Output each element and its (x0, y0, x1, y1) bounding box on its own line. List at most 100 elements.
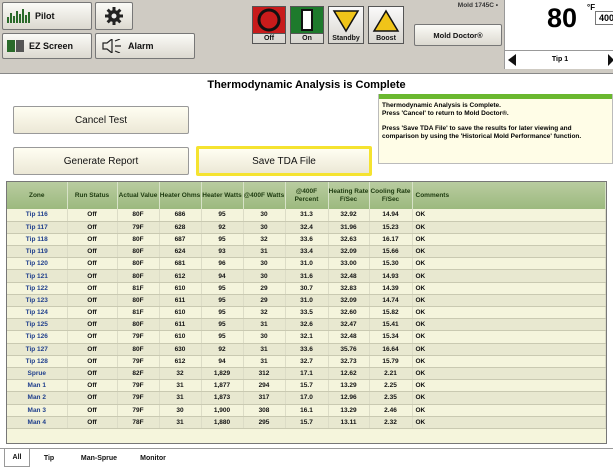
table-row[interactable]: Tip 127 Off 80F 630 92 31 33.6 35.76 16.64 OK (7, 343, 606, 356)
table-cell: 79F (117, 221, 160, 234)
table-row[interactable]: Tip 121 Off 80F 612 94 30 31.6 32.48 14.93 OK (7, 269, 606, 283)
message-progress-bar (379, 94, 612, 99)
table-cell: 80F (117, 343, 160, 356)
comment-cell: OK (412, 343, 606, 356)
zone-cell: Man 2 (7, 391, 68, 405)
table-cell: 32.4 (285, 221, 329, 234)
table-row[interactable]: Tip 125 Off 80F 611 95 31 32.6 32.47 15.41 OK (7, 318, 606, 332)
mold-doctor-button[interactable]: Mold Doctor® (414, 24, 502, 46)
table-cell: 30 (243, 330, 286, 344)
zone-cell: Man 3 (7, 404, 68, 417)
table-cell: 2.32 (369, 416, 413, 429)
column-header[interactable]: Comments (412, 182, 606, 209)
tab-man-sprue[interactable]: Man-Sprue (70, 449, 128, 467)
table-cell: 31 (243, 355, 286, 368)
table-cell: 32.7 (285, 355, 329, 368)
table-cell: 31 (243, 245, 286, 259)
page-title: Thermodynamic Analysis is Complete (207, 79, 406, 91)
app-window: Pilot EZ Screen Alarm Off On Standby Boo… (0, 0, 613, 468)
table-cell: 13.11 (328, 416, 370, 429)
column-header[interactable]: Cooling Rate F/Sec (369, 182, 413, 209)
table-row[interactable]: Man 1 Off 79F 31 1,877 294 15.7 13.29 2.25 OK (7, 379, 606, 393)
column-header[interactable]: Run Status (67, 182, 118, 209)
comment-cell: OK (412, 233, 606, 247)
table-cell: 82F (117, 367, 160, 381)
table-cell: 15.82 (369, 306, 413, 320)
table-row[interactable]: Man 4 Off 78F 31 1,880 295 15.7 13.11 2.32 OK (7, 416, 606, 429)
table-row[interactable]: Man 2 Off 79F 31 1,873 317 17.0 12.96 2.35 OK (7, 391, 606, 405)
table-row[interactable]: Tip 124 Off 81F 610 95 32 33.5 32.60 15.82 OK (7, 306, 606, 320)
table-cell: Off (67, 282, 118, 295)
table-row[interactable]: Tip 119 Off 80F 624 93 31 33.4 32.09 15.66 OK (7, 245, 606, 259)
table-cell: 32.48 (328, 330, 370, 344)
table-cell: 32 (243, 233, 286, 247)
table-row[interactable]: Tip 116 Off 80F 686 95 30 31.3 32.92 14.94 OK (7, 209, 606, 222)
table-cell: 308 (243, 404, 286, 417)
save-tda-file-button[interactable]: Save TDA File (196, 146, 372, 176)
table-cell: 17.0 (285, 391, 329, 405)
column-header[interactable]: Heating Rate F/Sec (328, 182, 370, 209)
table-row[interactable]: Tip 126 Off 79F 610 95 30 32.1 32.48 15.34 OK (7, 330, 606, 344)
ez-screen-button[interactable]: EZ Screen (2, 33, 92, 59)
table-cell: 32.47 (328, 318, 370, 332)
stop-circle-icon (257, 8, 281, 32)
table-cell: 32.48 (328, 269, 370, 283)
zone-next-button[interactable] (608, 53, 613, 67)
table-cell: 95 (201, 318, 244, 332)
column-header[interactable]: Actual Value (117, 182, 160, 209)
column-header[interactable]: @400F Watts (243, 182, 286, 209)
table-row[interactable]: Tip 122 Off 81F 610 95 29 30.7 32.83 14.39 OK (7, 282, 606, 295)
zone-prev-button[interactable] (507, 53, 521, 67)
comment-cell: OK (412, 379, 606, 393)
ez-screen-label: EZ Screen (29, 41, 74, 51)
column-header[interactable]: @400F Percent (285, 182, 329, 209)
table-cell: 14.74 (369, 294, 413, 308)
table-cell: 30 (243, 209, 286, 222)
table-cell: 80F (117, 294, 160, 308)
comment-cell: OK (412, 416, 606, 429)
table-row[interactable]: Man 3 Off 79F 30 1,900 308 16.1 13.29 2.46 OK (7, 404, 606, 417)
column-header[interactable]: Heater Ohms (159, 182, 202, 209)
table-row[interactable]: Tip 117 Off 79F 628 92 30 32.4 31.96 15.23 OK (7, 221, 606, 234)
table-row[interactable]: Tip 123 Off 80F 611 95 29 31.0 32.09 14.74 OK (7, 294, 606, 308)
table-cell: 15.7 (285, 379, 329, 393)
standby-button[interactable]: Standby (328, 6, 364, 44)
message-line-1: Thermodynamic Analysis is Complete. (382, 102, 501, 109)
generate-report-button[interactable]: Generate Report (13, 147, 189, 175)
tab-monitor[interactable]: Monitor (130, 449, 176, 467)
table-cell: 1,873 (201, 391, 244, 405)
table-cell: 2.35 (369, 391, 413, 405)
settings-button[interactable] (95, 2, 133, 30)
tab-all[interactable]: All (4, 449, 30, 467)
zone-cell: Tip 125 (7, 318, 68, 332)
table-cell: 32.60 (328, 306, 370, 320)
cancel-test-button[interactable]: Cancel Test (13, 106, 189, 134)
column-header[interactable]: Zone (7, 182, 68, 209)
table-cell: Off (67, 221, 118, 234)
off-button[interactable]: Off (252, 6, 286, 44)
table-cell: 312 (243, 367, 286, 381)
comment-cell: OK (412, 245, 606, 259)
on-button[interactable]: On (290, 6, 324, 44)
table-cell: 32.6 (285, 318, 329, 332)
table-row[interactable]: Tip 118 Off 80F 687 95 32 33.6 32.63 16.17 OK (7, 233, 606, 247)
standby-down-triangle-icon (332, 10, 360, 33)
table-cell: 15.41 (369, 318, 413, 332)
boost-button[interactable]: Boost (368, 6, 404, 44)
pilot-button[interactable]: Pilot (2, 2, 92, 30)
zone-cell: Tip 122 (7, 282, 68, 295)
zone-cell: Tip 118 (7, 233, 68, 247)
table-cell: 686 (159, 209, 202, 222)
table-row[interactable]: Tip 120 Off 80F 681 96 30 31.0 33.00 15.30 OK (7, 257, 606, 271)
table-cell: 13.29 (328, 404, 370, 417)
table-cell: 30 (243, 257, 286, 271)
table-cell: 32.83 (328, 282, 370, 295)
table-cell: 1,877 (201, 379, 244, 393)
table-cell: 35.76 (328, 343, 370, 356)
table-row[interactable]: Sprue Off 82F 32 1,829 312 17.1 12.62 2.21 OK (7, 367, 606, 381)
column-header[interactable]: Heater Watts (201, 182, 244, 209)
alarm-button[interactable]: Alarm (95, 33, 195, 59)
table-cell: 81F (117, 306, 160, 320)
table-row[interactable]: Tip 128 Off 79F 612 94 31 32.7 32.73 15.79 OK (7, 355, 606, 368)
tab-tip[interactable]: Tip (34, 449, 64, 467)
